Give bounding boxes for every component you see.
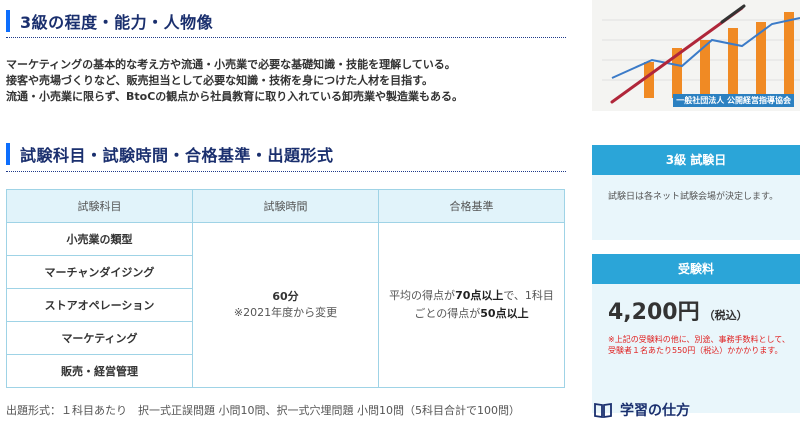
time-cell: 60分 ※2021年度から変更 [192,222,379,388]
pass-threshold-subject: 50点以上 [480,307,529,320]
main-content: 3級の程度・能力・人物像 マーケティングの基本的な考え方や流通・小売業で必要な基… [0,0,570,425]
open-book-icon [594,402,612,418]
time-note: ※2021年度から変更 [233,306,338,319]
heading-accent-bar [6,142,10,165]
exam-fee-card: 受験料 4,200円 （税込） ※上記の受験料の他に、別途、事務手数料として、受験… [592,254,800,413]
question-format-note: 出題形式：１科目あたり 択一式正誤問題 小問10問、択一式穴埋問題 小問10問（… [6,404,520,417]
subject-cell: マーチャンダイジング [6,255,193,289]
grade-line-1: マーケティングの基本的な考え方や流通・小売業で必要な基礎知識・技能を理解している… [6,58,456,71]
table-header-row: 試験科目 試験時間 合格基準 [6,189,565,223]
fee-price: 4,200円 （税込） [608,294,790,326]
grade-description: マーケティングの基本的な考え方や流通・小売業で必要な基礎知識・技能を理解している… [6,57,566,105]
association-banner[interactable]: 一般社団法人 公開経営指導協会 [592,0,800,111]
exam-date-text: 試験日は各ネット試験会場が決定します。 [592,175,800,240]
heading-accent-bar [6,9,10,32]
exam-heading: 試験科目・試験時間・合格基準・出題形式 [6,136,566,172]
col-time: 試験時間 [192,189,379,223]
study-method-link[interactable]: 学習の仕方 [594,400,690,420]
sidebar: 一般社団法人 公開経営指導協会 3級 試験日 試験日は各ネット試験会場が決定しま… [592,0,800,425]
subject-cell: 販売・経営管理 [6,354,193,388]
subject-cell: 小売業の類型 [6,222,193,256]
col-subject: 試験科目 [6,189,193,223]
col-pass: 合格基準 [378,189,565,223]
grade-line-3: 流通・小売業に限らず、BtoCの観点から社員教育に取り入れている卸売業や製造業も… [6,90,463,103]
pass-text: 平均の得点が [389,289,456,302]
exam-date-title: 3級 試験日 [592,145,800,175]
exam-table: 試験科目 試験時間 合格基準 小売業の類型 60分 ※2021年度から変更 平均… [6,189,565,388]
grade-heading: 3級の程度・能力・人物像 [6,4,566,38]
grade-line-2: 接客や売場づくりなど、販売担当として必要な知識・技術を身につけた人材を目指す。 [6,74,434,87]
pass-threshold-average: 70点以上 [455,289,504,302]
banner-caption: 一般社団法人 公開経営指導協会 [673,94,794,107]
grade-heading-text: 3級の程度・能力・人物像 [20,12,214,32]
exam-heading-text: 試験科目・試験時間・合格基準・出題形式 [20,145,334,165]
table-row: 小売業の類型 60分 ※2021年度から変更 平均の得点が70点以上で、1科目ご… [6,222,565,388]
study-method-label: 学習の仕方 [620,403,690,419]
fee-tax-label: （税込） [703,309,748,322]
subject-cell: マーケティング [6,321,193,355]
pass-criteria-cell: 平均の得点が70点以上で、1科目ごとの得点が50点以上 [378,222,565,388]
exam-fee-title: 受験料 [592,254,800,284]
exam-fee-body: 4,200円 （税込） ※上記の受験料の他に、別途、事務手数料として、受験者１名あ… [592,284,800,413]
exam-date-card: 3級 試験日 試験日は各ネット試験会場が決定します。 [592,145,800,240]
subject-cell: ストアオペレーション [6,288,193,322]
time-value: 60分 [272,290,299,303]
fee-amount: 4,200円 [608,300,700,325]
fee-note: ※上記の受験料の他に、別途、事務手数料として、受験者１名あたり550円（税込）か… [608,335,790,355]
